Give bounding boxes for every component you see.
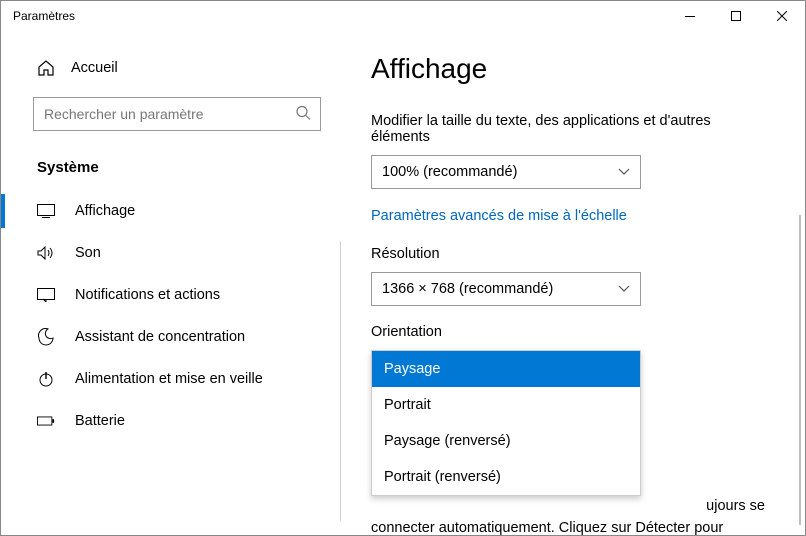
close-icon bbox=[777, 11, 787, 21]
window-controls bbox=[667, 1, 805, 31]
resolution-label: Résolution bbox=[371, 246, 765, 262]
main-content: Affichage Modifier la taille du texte, d… bbox=[341, 31, 805, 535]
nav-list: Affichage Son Notifications et actions bbox=[1, 190, 341, 442]
display-icon bbox=[37, 202, 55, 220]
sidebar-item-label: Assistant de concentration bbox=[75, 329, 245, 345]
search-icon bbox=[295, 105, 311, 124]
sidebar-item-label: Alimentation et mise en veille bbox=[75, 371, 263, 387]
sidebar-item-son[interactable]: Son bbox=[1, 232, 341, 274]
search-input[interactable] bbox=[33, 97, 321, 131]
scale-label: Modifier la taille du texte, des applica… bbox=[371, 113, 765, 145]
chevron-down-icon bbox=[618, 281, 630, 297]
minimize-button[interactable] bbox=[667, 1, 713, 31]
maximize-icon bbox=[731, 11, 741, 21]
sidebar-item-notifications[interactable]: Notifications et actions bbox=[1, 274, 341, 316]
resolution-value: 1366 × 768 (recommandé) bbox=[382, 281, 553, 297]
orientation-option-paysage[interactable]: Paysage bbox=[372, 351, 640, 387]
orientation-option-portrait-renverse[interactable]: Portrait (renversé) bbox=[372, 459, 640, 495]
home-icon bbox=[37, 59, 55, 77]
sidebar-item-power[interactable]: Alimentation et mise en veille bbox=[1, 358, 341, 400]
notifications-icon bbox=[37, 286, 55, 304]
trailing-text: ujours se bbox=[371, 498, 765, 514]
scale-select[interactable]: 100% (recommandé) bbox=[371, 155, 641, 189]
chevron-down-icon bbox=[618, 164, 630, 180]
sidebar-item-label: Batterie bbox=[75, 413, 125, 429]
resolution-select[interactable]: 1366 × 768 (recommandé) bbox=[371, 272, 641, 306]
sidebar-item-focus[interactable]: Assistant de concentration bbox=[1, 316, 341, 358]
orientation-option-paysage-renverse[interactable]: Paysage (renversé) bbox=[372, 423, 640, 459]
maximize-button[interactable] bbox=[713, 1, 759, 31]
sidebar-item-label: Notifications et actions bbox=[75, 287, 220, 303]
advanced-scaling-link[interactable]: Paramètres avancés de mise à l'échelle bbox=[371, 208, 627, 224]
focus-icon bbox=[37, 328, 55, 346]
sidebar-item-label: Affichage bbox=[75, 203, 135, 219]
orientation-option-portrait[interactable]: Portrait bbox=[372, 387, 640, 423]
titlebar: Paramètres bbox=[1, 1, 805, 31]
home-label: Accueil bbox=[71, 60, 118, 76]
trailing-text-2: connecter automatiquement. Cliquez sur D… bbox=[371, 520, 765, 535]
minimize-icon bbox=[685, 16, 695, 17]
orientation-dropdown[interactable]: Paysage Portrait Paysage (renversé) Port… bbox=[371, 350, 641, 496]
battery-icon bbox=[37, 412, 55, 430]
search-wrap bbox=[33, 97, 321, 131]
scale-value: 100% (recommandé) bbox=[382, 164, 517, 180]
sidebar: Accueil Système Affichage bbox=[1, 31, 341, 535]
scrollbar[interactable] bbox=[799, 215, 801, 525]
sidebar-item-label: Son bbox=[75, 245, 101, 261]
sidebar-item-battery[interactable]: Batterie bbox=[1, 400, 341, 442]
home-nav[interactable]: Accueil bbox=[1, 51, 341, 85]
window-body: Accueil Système Affichage bbox=[1, 31, 805, 535]
sidebar-section-header: Système bbox=[1, 155, 341, 190]
close-button[interactable] bbox=[759, 1, 805, 31]
sound-icon bbox=[37, 244, 55, 262]
orientation-label: Orientation bbox=[371, 324, 765, 340]
page-title: Affichage bbox=[371, 53, 765, 85]
settings-window: Paramètres Accueil bbox=[0, 0, 806, 536]
power-icon bbox=[37, 370, 55, 388]
sidebar-item-affichage[interactable]: Affichage bbox=[1, 190, 341, 232]
window-title: Paramètres bbox=[13, 9, 667, 23]
